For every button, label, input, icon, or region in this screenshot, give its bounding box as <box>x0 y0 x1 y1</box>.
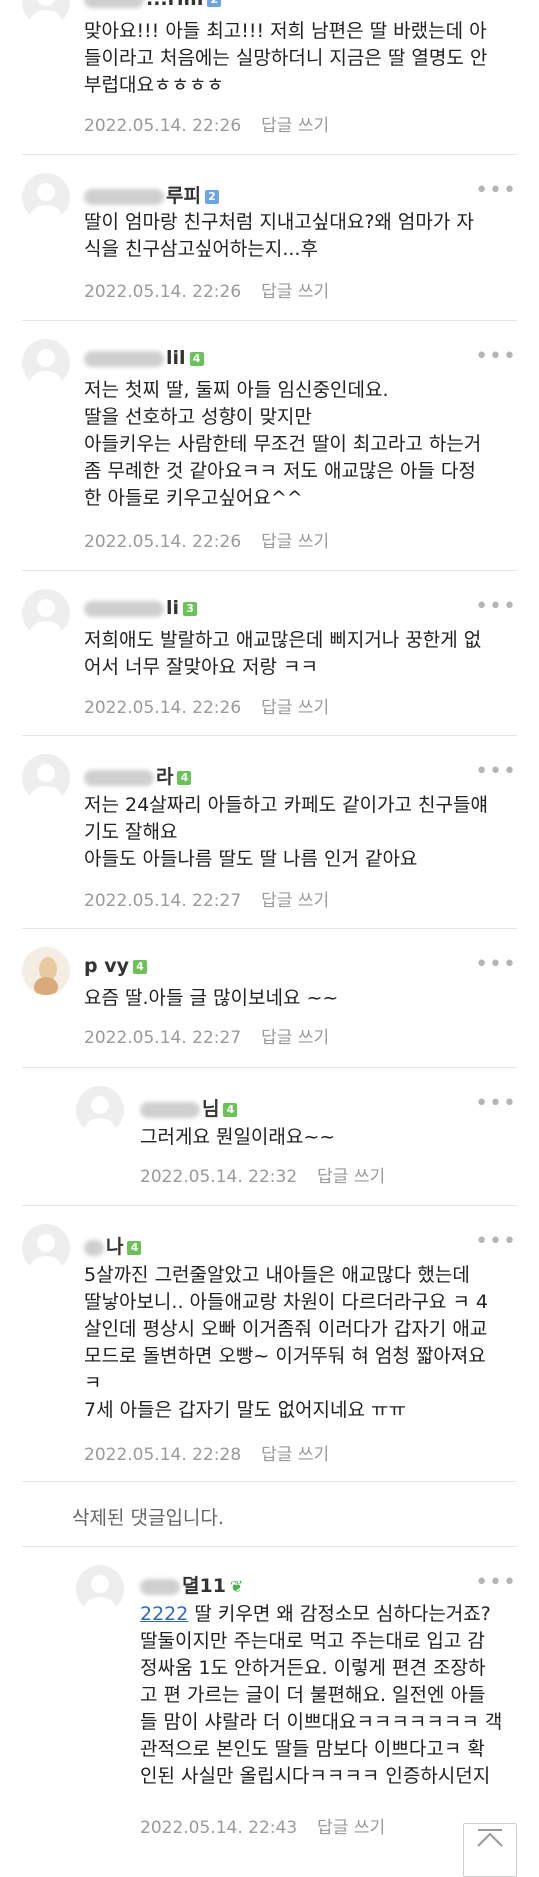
comment-text: 저는 24살짜리 아들하고 카페도 같이가고 친구들얘 기도 잘해요 아들도 아… <box>84 794 488 870</box>
comment-meta: 2022.05.14. 22:26 답글 쓰기 <box>84 111 329 136</box>
comment-text: 2222 딸 키우면 왜 감정소모 심하다는거죠? 딸둘이지만 주는대로 먹고 … <box>140 1603 503 1787</box>
level-badge: 2 <box>204 189 219 204</box>
comment-date: 2022.05.14. 22:43 <box>140 1818 298 1838</box>
comment-text: 그러게요 뭔일이래요~~ <box>140 1126 336 1148</box>
sprout-icon: ❦ <box>229 1577 244 1596</box>
level-badge: 4 <box>133 959 147 974</box>
more-dots-icon[interactable]: ••• <box>475 1572 517 1594</box>
avatar[interactable] <box>76 1565 124 1613</box>
reply-button[interactable]: 답글 쓰기 <box>261 1445 329 1465</box>
level-badge: 4 <box>223 1102 238 1117</box>
more-dots-icon[interactable]: ••• <box>475 954 517 976</box>
comment-text: 저는 첫찌 딸, 둘찌 아들 임신중인데요. 딸을 선호하고 성향이 맞지만 아… <box>84 379 482 509</box>
comment-meta: 2022.05.14. 22:27 답글 쓰기 <box>84 1023 329 1048</box>
comment-nickname[interactable]: 루피 2 <box>84 181 219 208</box>
divider <box>22 1205 517 1206</box>
divider <box>22 1067 517 1068</box>
more-dots-icon[interactable]: ••• <box>475 1093 517 1115</box>
level-badge: 4 <box>189 351 204 366</box>
deleted-comment-notice: 삭제된 댓글입니다. <box>72 1507 224 1529</box>
comment-text: 저희애도 발랄하고 애교많은데 삐지거나 꿍한게 없 어서 너무 잘맞아요 저랑… <box>84 629 482 678</box>
more-dots-icon[interactable]: ••• <box>475 596 517 618</box>
divider <box>22 154 517 155</box>
level-badge: 4 <box>127 1240 142 1255</box>
avatar[interactable] <box>22 173 70 221</box>
comment-meta: 2022.05.14. 22:26 답글 쓰기 <box>84 277 329 302</box>
divider <box>22 570 517 571</box>
comment-nickname[interactable]: 라4 <box>84 762 192 789</box>
comment-meta: 2022.05.14. 22:27 답글 쓰기 <box>84 886 329 911</box>
avatar[interactable] <box>76 1086 124 1134</box>
comment-date: 2022.05.14. 22:26 <box>84 282 242 302</box>
comment-meta: 2022.05.14. 22:26 답글 쓰기 <box>84 693 329 718</box>
more-dots-icon[interactable]: ••• <box>475 1231 517 1253</box>
comment-date: 2022.05.14. 22:26 <box>84 116 242 136</box>
reply-button[interactable]: 답글 쓰기 <box>261 532 329 552</box>
reply-button[interactable]: 답글 쓰기 <box>261 282 329 302</box>
more-dots-icon[interactable]: ••• <box>475 180 517 202</box>
more-dots-icon[interactable]: ••• <box>475 346 517 368</box>
comment-nickname[interactable]: p vy 4 <box>84 955 147 977</box>
comment-date: 2022.05.14. 22:26 <box>84 698 242 718</box>
reply-button[interactable]: 답글 쓰기 <box>261 891 329 911</box>
comment-text: 5살까진 그런줄알았고 내아들은 애교많다 했는데 딸낳아보니.. 아들애교랑 … <box>84 1264 488 1421</box>
comment-nickname[interactable]: 님4 <box>140 1094 238 1121</box>
level-badge: 2 <box>207 0 222 7</box>
avatar[interactable] <box>22 754 70 802</box>
divider <box>22 1546 517 1547</box>
comment-meta: 2022.05.14. 22:32 답글 쓰기 <box>140 1162 385 1187</box>
comment-nickname[interactable]: lil 4 <box>84 347 204 369</box>
comment-date: 2022.05.14. 22:27 <box>84 1028 242 1048</box>
avatar[interactable] <box>22 1224 70 1272</box>
comment-date: 2022.05.14. 22:28 <box>84 1445 242 1465</box>
arrow-up-icon <box>477 1829 503 1847</box>
avatar[interactable] <box>22 589 70 637</box>
level-badge: 3 <box>183 601 198 616</box>
comment-date: 2022.05.14. 22:32 <box>140 1167 298 1187</box>
reply-button[interactable]: 답글 쓰기 <box>261 698 329 718</box>
comment-date: 2022.05.14. 22:27 <box>84 891 242 911</box>
comment-meta: 2022.05.14. 22:28 답글 쓰기 <box>84 1440 329 1465</box>
comment-nickname[interactable]: 나4 <box>84 1232 142 1259</box>
divider <box>22 320 517 321</box>
reply-button[interactable]: 답글 쓰기 <box>261 1028 329 1048</box>
comment-meta: 2022.05.14. 22:43 답글 쓰기 <box>140 1813 385 1838</box>
comment-nickname[interactable]: li 3 <box>84 597 198 619</box>
comment-meta: 2022.05.14. 22:26 답글 쓰기 <box>84 527 329 552</box>
level-badge: 4 <box>177 770 192 785</box>
avatar[interactable] <box>22 947 70 995</box>
reply-button[interactable]: 답글 쓰기 <box>261 116 329 136</box>
reply-button[interactable]: 답글 쓰기 <box>317 1167 385 1187</box>
more-dots-icon[interactable]: ••• <box>475 761 517 783</box>
reply-button[interactable]: 답글 쓰기 <box>317 1818 385 1838</box>
divider <box>22 1481 517 1482</box>
avatar[interactable] <box>22 0 70 26</box>
comment-text: 요즘 딸.아들 글 많이보네요 ~~ <box>84 987 339 1009</box>
comment-date: 2022.05.14. 22:26 <box>84 532 242 552</box>
comment-text: 딸이 엄마랑 친구처럼 지내고싶대요?왜 엄마가 자 식을 친구삼고싶어하는지.… <box>84 211 474 260</box>
comment-text: 맞아요!!! 아들 최고!!! 저희 남편은 딸 바랬는데 아 들이라고 처음에… <box>84 20 488 96</box>
divider <box>22 928 517 929</box>
comment-nickname[interactable]: 뎔11 ❦ <box>140 1571 243 1598</box>
avatar[interactable] <box>22 339 70 387</box>
divider <box>22 735 517 736</box>
scroll-to-top-button[interactable] <box>463 1823 517 1877</box>
comment-nickname[interactable]: ...rim2 <box>84 0 222 10</box>
mention-link[interactable]: 2222 <box>140 1603 188 1625</box>
